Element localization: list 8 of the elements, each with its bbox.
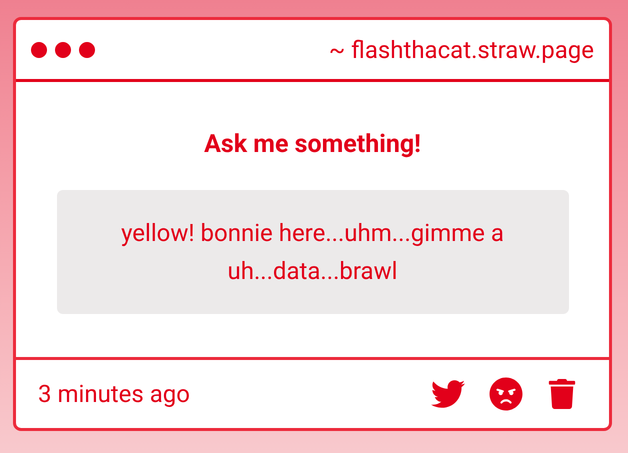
trash-icon[interactable] <box>547 379 577 409</box>
question-title: Ask me something! <box>204 129 421 161</box>
page-address: ~ flashthacat.straw.page <box>328 34 594 66</box>
question-text: yellow! bonnie here...uhm...gimme a uh...data...brawl <box>56 190 568 314</box>
window-dots-icon <box>31 40 95 58</box>
angry-face-icon[interactable] <box>489 377 523 411</box>
bird-icon[interactable] <box>431 377 465 411</box>
timestamp: 3 minutes ago <box>38 379 190 410</box>
